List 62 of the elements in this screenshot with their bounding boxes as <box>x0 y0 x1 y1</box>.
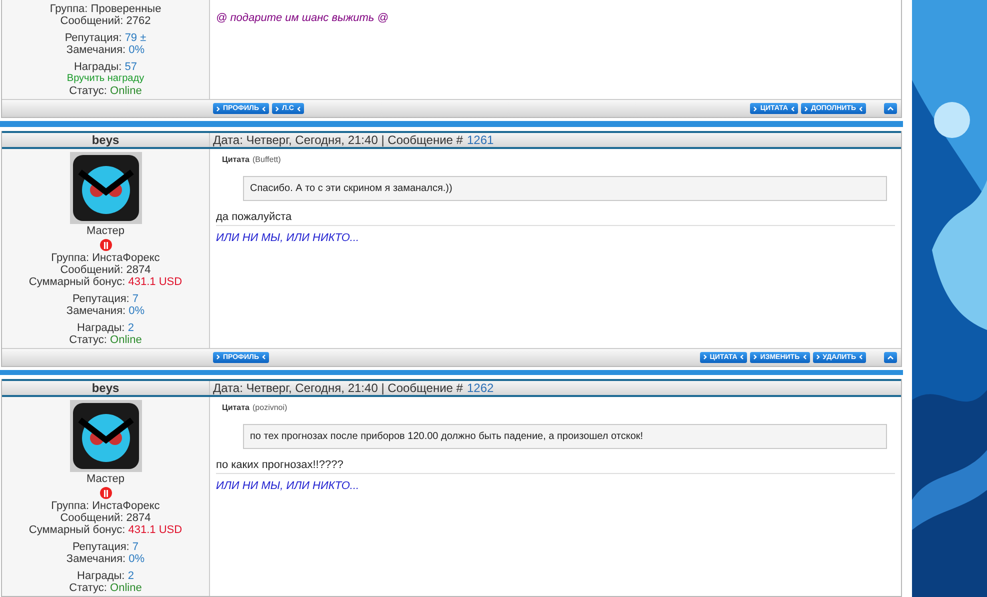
quote-text: Спасибо. А то с эти скрином я заманался.)) <box>243 176 887 200</box>
user-stat: Замечания: 0% <box>66 44 145 56</box>
user-stat: Группа: ИнстаФорекс <box>51 252 160 264</box>
post-number-link[interactable]: 1262 <box>466 381 494 395</box>
chevron-left-icon <box>262 354 266 360</box>
user-stat: Награды: 2 <box>77 570 134 582</box>
chevron-right-icon <box>753 354 758 360</box>
user-stat: Статус: Online <box>69 85 142 97</box>
rank-icon <box>98 238 112 252</box>
quote-author: (pozivnoi) <box>252 403 288 412</box>
user-rank: Мастер <box>86 224 125 238</box>
chevron-right-icon <box>753 106 758 112</box>
chevron-left-icon <box>262 106 266 112</box>
chevron-right-icon <box>216 354 220 360</box>
post-text: по каких прогнозах!!???? <box>216 459 895 474</box>
post-date: Дата: Четверг, Сегодня, 21:40 | Сообщение # <box>213 132 463 146</box>
chevron-left-icon <box>859 106 863 112</box>
user-stat: Суммарный бонус: 431.1 USD <box>28 524 182 536</box>
user-stat: Статус: Online <box>69 582 142 594</box>
user-stat: Статус: Online <box>69 334 142 346</box>
caret-up-icon <box>887 354 894 360</box>
chevron-left-icon <box>802 354 807 360</box>
user-stat: Награды: 2 <box>77 322 134 334</box>
signature: @ подарите им шанс выжить @ <box>216 11 390 26</box>
user-stat: Группа: ИнстаФорекс <box>51 500 160 512</box>
post-text: да пожалуйста <box>216 210 895 226</box>
chevron-left-icon <box>859 354 863 360</box>
quote-text: по тех прогнозах после приборов 120.00 должно быть падение, а произошел отскок! <box>243 424 887 449</box>
user-stat: Замечания: 0% <box>66 553 145 565</box>
chevron-right-icon <box>216 106 220 112</box>
chevron-right-icon <box>275 106 280 112</box>
user-stat: Репутация: 7 <box>72 541 139 553</box>
caret-up-icon <box>887 106 894 111</box>
user-rank: Мастер <box>86 473 125 486</box>
quote-title: Цитата <box>222 403 250 412</box>
post-date: Дата: Четверг, Сегодня, 21:40 | Сообщение # <box>213 381 463 395</box>
user-stat: Группа: Проверенные <box>50 3 162 15</box>
quote-author: (Buffett) <box>252 154 281 164</box>
author-name[interactable]: beys <box>2 381 210 395</box>
user-stat: Награды: 57 <box>74 61 137 73</box>
user-stat: Репутация: 7 <box>72 292 139 304</box>
chevron-left-icon <box>790 106 795 112</box>
author-name[interactable]: beys <box>2 132 210 146</box>
signature: ИЛИ НИ МЫ, ИЛИ НИКТО... <box>216 230 360 246</box>
scroll-up-button[interactable] <box>884 352 897 362</box>
scroll-up-button[interactable] <box>884 103 897 114</box>
signature: ИЛИ НИ МЫ, ИЛИ НИКТО... <box>216 479 360 494</box>
quote-title: Цитата <box>222 154 250 164</box>
chevron-right-icon <box>702 354 707 360</box>
chevron-left-icon <box>740 354 744 360</box>
chevron-right-icon <box>804 106 808 112</box>
user-stat: Сообщений: 2762 <box>60 15 151 27</box>
give-award-link[interactable]: Вручить награду <box>66 73 144 85</box>
rank-icon <box>98 486 112 500</box>
user-stat: Сообщений: 2874 <box>60 264 151 276</box>
post-number-link[interactable]: 1261 <box>466 132 494 146</box>
user-stat: Репутация: 79 ± <box>64 32 146 44</box>
user-stat: Суммарный бонус: 431.1 USD <box>28 276 182 288</box>
chevron-right-icon <box>816 354 820 360</box>
chevron-left-icon <box>296 106 301 112</box>
user-stat: Замечания: 0% <box>66 304 145 316</box>
user-stat: Сообщений: 2874 <box>60 512 151 524</box>
